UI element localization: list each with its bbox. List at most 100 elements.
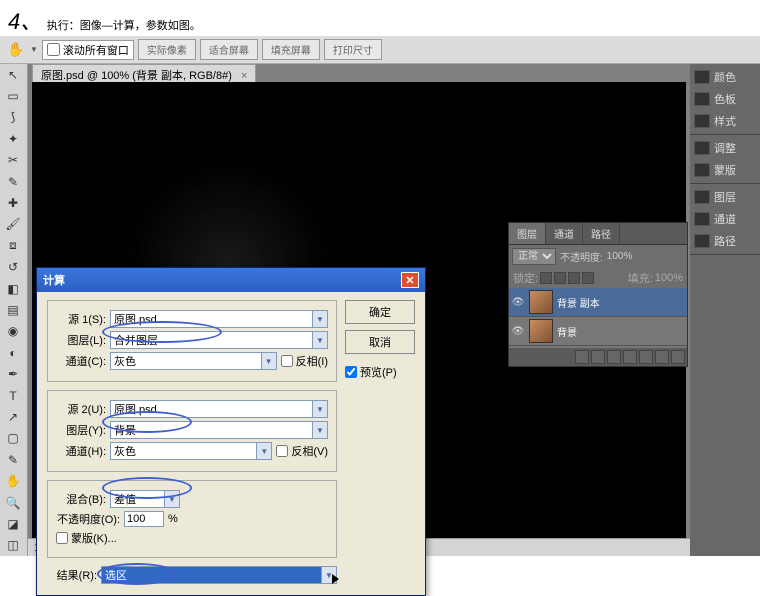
adjustments-panel-tab[interactable]: 调整 xyxy=(692,137,758,159)
source1-layer-select[interactable]: 合并图层▼ xyxy=(110,331,328,349)
options-bar: ✋ ▼ 滚动所有窗口 实际像素 适合屏幕 填充屏幕 打印尺寸 xyxy=(0,36,760,64)
cancel-button[interactable]: 取消 xyxy=(345,330,415,354)
masks-panel-tab[interactable]: 蒙版 xyxy=(692,159,758,181)
dropdown-icon[interactable]: ▼ xyxy=(30,45,38,54)
swatch-toggle-icon[interactable]: ◪ xyxy=(0,513,26,534)
fill-label: 填充: xyxy=(628,270,653,286)
gradient-tool-icon[interactable]: ▤ xyxy=(0,299,26,320)
close-icon[interactable]: ✕ xyxy=(401,272,419,288)
source1-file-select[interactable]: 原图.psd▼ xyxy=(110,310,328,328)
chevron-down-icon: ▼ xyxy=(321,567,336,583)
source2-channel-select[interactable]: 灰色▼ xyxy=(110,442,272,460)
source2-layer-select[interactable]: 背景▼ xyxy=(110,421,328,439)
path-tool-icon[interactable]: ↗ xyxy=(0,406,26,427)
history-brush-icon[interactable]: ↺ xyxy=(0,257,26,278)
dialog-titlebar[interactable]: 计算 ✕ xyxy=(37,268,425,292)
blend-group: 混合(B): 差值▼ 不透明度(O): % 蒙版(K)... xyxy=(47,480,337,558)
notes-tool-icon[interactable]: ✎ xyxy=(0,449,26,470)
pen-tool-icon[interactable]: ✒ xyxy=(0,363,26,384)
stamp-tool-icon[interactable]: ⧈ xyxy=(0,235,26,256)
source2-invert-checkbox[interactable]: 反相(V) xyxy=(276,443,328,459)
calculations-dialog[interactable]: 计算 ✕ 源 1(S): 原图.psd▼ 图层(L): 合并图层▼ 通道(C): xyxy=(36,267,426,596)
eraser-tool-icon[interactable]: ◧ xyxy=(0,278,26,299)
layer-item[interactable]: 👁 背景 副本 xyxy=(509,288,687,317)
layer-thumbnail[interactable] xyxy=(529,319,553,343)
chevron-down-icon: ▼ xyxy=(312,401,327,417)
source1-invert-checkbox[interactable]: 反相(I) xyxy=(281,353,328,369)
color-icon xyxy=(694,70,710,84)
blur-tool-icon[interactable]: ◉ xyxy=(0,321,26,342)
lock-label: 锁定: xyxy=(513,270,538,286)
source1-layer-label: 图层(L): xyxy=(56,332,106,348)
tab-paths[interactable]: 路径 xyxy=(583,223,620,244)
hand-tool-icon[interactable]: ✋ xyxy=(0,470,26,491)
actual-pixels-button[interactable]: 实际像素 xyxy=(138,39,196,60)
link-layers-icon[interactable] xyxy=(575,350,589,364)
swatches-panel-tab[interactable]: 色板 xyxy=(692,88,758,110)
layer-list: 👁 背景 副本 👁 背景 xyxy=(509,288,687,348)
ok-button[interactable]: 确定 xyxy=(345,300,415,324)
lock-transparent-icon[interactable] xyxy=(540,272,552,284)
new-layer-icon[interactable] xyxy=(655,350,669,364)
lock-all-icon[interactable] xyxy=(582,272,594,284)
panel-dock: 颜色 色板 样式 调整 蒙版 图层 通道 路径 xyxy=(690,64,760,556)
dialog-title: 计算 xyxy=(43,272,65,288)
layers-panel-tab[interactable]: 图层 xyxy=(692,186,758,208)
tutorial-step: 4、 执行：图像—计算，参数如图。 xyxy=(0,0,760,40)
zoom-tool-icon[interactable]: 🔍 xyxy=(0,492,26,513)
blend-mode-select[interactable]: 差值▼ xyxy=(110,490,180,508)
channels-panel-tab[interactable]: 通道 xyxy=(692,208,758,230)
brush-tool-icon[interactable]: 🖌 xyxy=(0,214,26,235)
opacity-input[interactable] xyxy=(124,511,164,527)
swatches-icon xyxy=(694,92,710,106)
result-label: 结果(R): xyxy=(47,567,97,583)
lock-position-icon[interactable] xyxy=(568,272,580,284)
layers-panel[interactable]: 图层 通道 路径 正常 不透明度: 100% 锁定: 填充: 100% 👁 背景… xyxy=(508,222,688,367)
layer-item[interactable]: 👁 背景 xyxy=(509,317,687,346)
visibility-icon[interactable]: 👁 xyxy=(511,295,525,309)
fx-icon[interactable] xyxy=(591,350,605,364)
fit-screen-button[interactable]: 适合屏幕 xyxy=(200,39,258,60)
tab-layers[interactable]: 图层 xyxy=(509,223,546,244)
crop-tool-icon[interactable]: ✂ xyxy=(0,150,26,171)
lock-pixels-icon[interactable] xyxy=(554,272,566,284)
result-select[interactable]: 选区▼ xyxy=(101,566,337,584)
source1-channel-select[interactable]: 灰色▼ xyxy=(110,352,277,370)
eyedropper-tool-icon[interactable]: ✎ xyxy=(0,171,26,192)
layers-icon xyxy=(694,190,710,204)
source2-group: 源 2(U): 原图.psd▼ 图层(Y): 背景▼ 通道(H): 灰色▼ 反相… xyxy=(47,390,337,472)
opacity-value[interactable]: 100% xyxy=(607,251,633,262)
lasso-tool-icon[interactable]: ⟆ xyxy=(0,107,26,128)
tab-channels[interactable]: 通道 xyxy=(546,223,583,244)
color-panel-tab[interactable]: 颜色 xyxy=(692,66,758,88)
scroll-all-check[interactable] xyxy=(47,43,60,56)
blend-mode-select[interactable]: 正常 xyxy=(512,248,556,265)
shape-tool-icon[interactable]: ▢ xyxy=(0,428,26,449)
paths-panel-tab[interactable]: 路径 xyxy=(692,230,758,252)
heal-tool-icon[interactable]: ✚ xyxy=(0,192,26,213)
step-text: 执行：图像—计算，参数如图。 xyxy=(47,20,201,32)
dodge-tool-icon[interactable]: ◐ xyxy=(0,342,26,363)
adjustment-layer-icon[interactable] xyxy=(623,350,637,364)
close-tab-icon[interactable]: × xyxy=(241,70,247,82)
delete-layer-icon[interactable] xyxy=(671,350,685,364)
print-size-button[interactable]: 打印尺寸 xyxy=(324,39,382,60)
move-tool-icon[interactable]: ↖ xyxy=(0,64,26,85)
fill-screen-button[interactable]: 填充屏幕 xyxy=(262,39,320,60)
marquee-tool-icon[interactable]: ▭ xyxy=(0,85,26,106)
scroll-all-windows-checkbox[interactable]: 滚动所有窗口 xyxy=(42,40,134,60)
percent-label: % xyxy=(168,513,178,525)
type-tool-icon[interactable]: T xyxy=(0,385,26,406)
styles-panel-tab[interactable]: 样式 xyxy=(692,110,758,132)
visibility-icon[interactable]: 👁 xyxy=(511,324,525,338)
preview-checkbox[interactable]: 预览(P) xyxy=(345,364,415,380)
mask-checkbox[interactable]: 蒙版(K)... xyxy=(56,530,117,546)
source2-file-select[interactable]: 原图.psd▼ xyxy=(110,400,328,418)
opacity-label: 不透明度: xyxy=(560,249,603,264)
mask-add-icon[interactable] xyxy=(607,350,621,364)
layer-thumbnail[interactable] xyxy=(529,290,553,314)
quickmask-icon[interactable]: ◫ xyxy=(0,535,26,556)
fill-value[interactable]: 100% xyxy=(655,272,683,284)
group-icon[interactable] xyxy=(639,350,653,364)
wand-tool-icon[interactable]: ✦ xyxy=(0,128,26,149)
